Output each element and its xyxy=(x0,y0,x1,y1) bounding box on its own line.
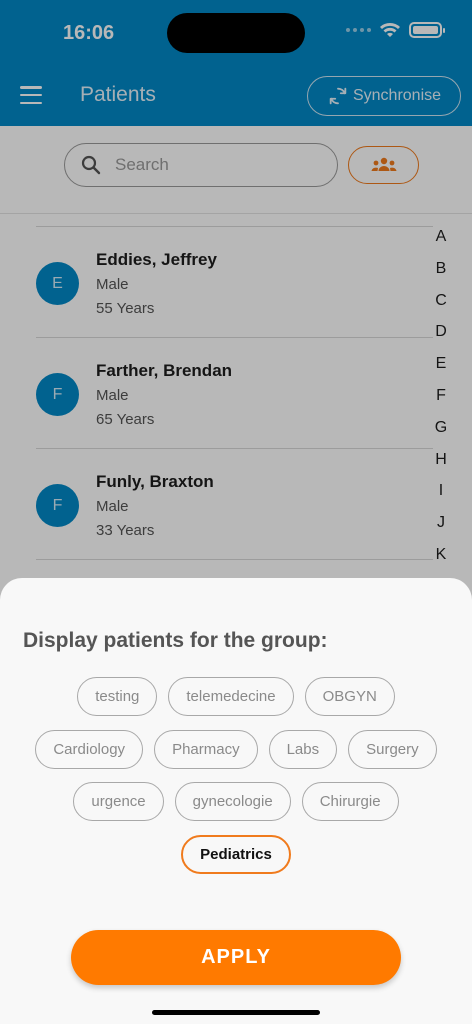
group-chip-cardiology[interactable]: Cardiology xyxy=(35,730,144,769)
chip-row: urgence gynecologie Chirurgie xyxy=(0,782,472,821)
group-chip-surgery[interactable]: Surgery xyxy=(348,730,437,769)
chip-row: Pediatrics xyxy=(0,835,472,874)
group-chip-obgyn[interactable]: OBGYN xyxy=(304,677,395,716)
group-chip-testing[interactable]: testing xyxy=(77,677,158,716)
group-chip-chirurgie[interactable]: Chirurgie xyxy=(301,782,399,821)
chip-row: Cardiology Pharmacy Labs Surgery xyxy=(0,730,472,769)
group-chip-labs[interactable]: Labs xyxy=(268,730,338,769)
apply-button[interactable]: APPLY xyxy=(71,930,401,985)
group-chip-urgence[interactable]: urgence xyxy=(73,782,164,821)
chip-row: testing telemedecine OBGYN xyxy=(0,677,472,716)
group-chip-gynecologie[interactable]: gynecologie xyxy=(174,782,291,821)
group-chip-pediatrics[interactable]: Pediatrics xyxy=(181,835,291,874)
screen: 16:06 Patients Synchronise Search E Eddi… xyxy=(0,0,472,1024)
group-chip-telemedecine[interactable]: telemedecine xyxy=(168,677,294,716)
sheet-title: Display patients for the group: xyxy=(23,629,328,652)
group-chip-pharmacy[interactable]: Pharmacy xyxy=(154,730,258,769)
home-indicator xyxy=(152,1010,320,1015)
group-filter-sheet: Display patients for the group: testing … xyxy=(0,578,472,1024)
